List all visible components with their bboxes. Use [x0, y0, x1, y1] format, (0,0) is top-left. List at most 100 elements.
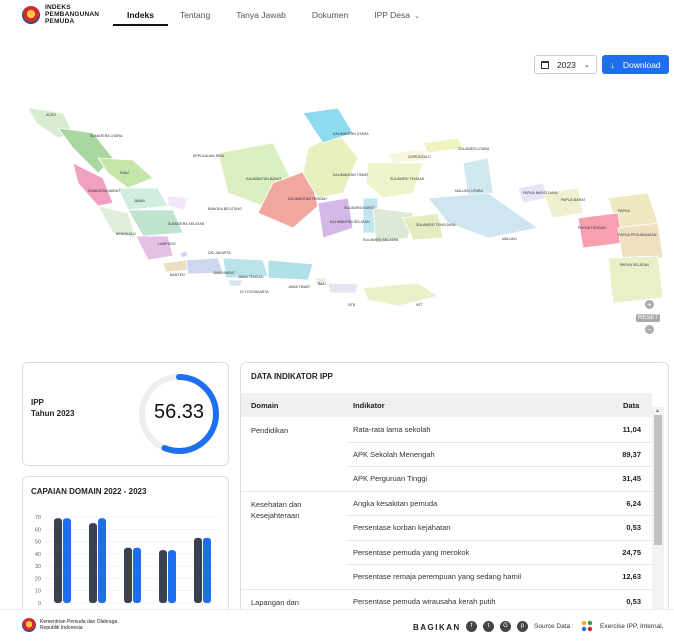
source-label: Source Data :: [534, 623, 574, 630]
map-label-papua-barat: PAPUA BARAT: [561, 198, 586, 202]
bar-series-1-group-1[interactable]: [98, 518, 106, 603]
map-region-kalimantan-utara[interactable]: [302, 107, 354, 144]
data-cell: 6,24: [626, 498, 641, 508]
bar-series-0-group-0[interactable]: [54, 518, 62, 603]
nav-item-tanya-jawab[interactable]: Tanya Jawab: [236, 0, 286, 26]
zoom-in-button[interactable]: +: [645, 300, 654, 309]
map-region-ntb[interactable]: [327, 282, 359, 294]
map-region-ntt[interactable]: [362, 282, 439, 307]
y-tick-label: 40: [35, 552, 41, 558]
capaian-title: CAPAIAN DOMAIN 2022 - 2023: [31, 487, 147, 496]
pinterest-icon[interactable]: p: [517, 621, 528, 632]
y-tick-label: 50: [35, 540, 41, 546]
map-region-kepulauan-riau[interactable]: [155, 152, 169, 167]
ipp-value: 56.33: [153, 401, 205, 423]
header-indikator: Indikator: [353, 401, 385, 410]
table-row: APK Perguruan Tinggi 31,45: [241, 466, 652, 490]
map-label-sulawesi-tengah: SULAWESI TENGAH: [390, 177, 425, 181]
map-region-lampung[interactable]: [135, 235, 174, 261]
map-region-bangka-belitung[interactable]: [167, 195, 189, 211]
map-region-jawa-timur[interactable]: [267, 259, 314, 281]
map-label-kalimantan-tengah: KALIMANTAN TENGAH: [288, 197, 327, 201]
scroll-up-icon[interactable]: ▲: [655, 408, 660, 414]
map-region-dki-jakarta[interactable]: [179, 250, 189, 259]
nav-item-indeks[interactable]: Indeks: [113, 0, 168, 26]
source-logo-icon: [581, 620, 593, 632]
map-label-di-yogyakarta: DI YOGYAKARTA: [240, 290, 269, 294]
scroll-thumb[interactable]: [654, 415, 662, 545]
map-label-riau: RIAU: [120, 171, 129, 175]
map-label-banten: BANTEN: [170, 273, 185, 277]
main-nav: Indeks Tentang Tanya Jawab Dokumen IPP Desa ⌄: [113, 0, 446, 30]
table-row: Persentase pemuda yang merokok 24,75: [241, 540, 652, 564]
map-label-kalimantan-timur: KALIMANTAN TIMUR: [333, 173, 368, 177]
map-label-papua-selatan: PAPUA SELATAN: [620, 263, 649, 267]
map-region-banten[interactable]: [162, 259, 189, 273]
zoom-out-button[interactable]: −: [645, 325, 654, 334]
download-button[interactable]: ↓ Download: [602, 55, 669, 74]
table-row: Persentase remaja perempuan yang sedang …: [241, 564, 652, 588]
map-label-bengkulu: BENGKULU: [116, 232, 136, 236]
data-cell: 0,53: [626, 523, 641, 532]
indikator-cell: Persentase pemuda wirausaha kerah putih: [353, 596, 496, 606]
table-scrollbar[interactable]: ▲: [652, 407, 664, 615]
bar-series-0-group-4[interactable]: [194, 537, 202, 603]
domain-cell: Pendidikan: [251, 426, 289, 435]
map-region-di-yogyakarta[interactable]: [227, 279, 244, 287]
ipp-title: IPP Tahun 2023: [31, 398, 75, 418]
indikator-cell: Rata-rata lama sekolah: [353, 425, 431, 434]
map-label-papua-barat-daya: PAPUA BARAT DAYA: [523, 191, 558, 195]
table-title: DATA INDIKATOR IPP: [251, 372, 333, 381]
facebook-icon[interactable]: f: [466, 621, 477, 632]
map-label-jawa-timur: JAWA TIMUR: [288, 285, 310, 289]
bar-series-1-group-2[interactable]: [133, 547, 141, 603]
download-label: Download: [622, 59, 661, 70]
capaian-domain-card: CAPAIAN DOMAIN 2022 - 2023 0 10 20 30 40 50 60…: [22, 476, 229, 616]
map-label-papua-tengah: PAPUA TENGAH: [578, 226, 606, 230]
bar-series-0-group-3[interactable]: [159, 550, 167, 603]
map-label-aceh: ACEH: [46, 113, 56, 117]
data-cell: 31,45: [622, 474, 641, 483]
kemenpora-logo: Kementrian Pemuda dan Olahraga Republik …: [22, 618, 117, 632]
nav-item-tentang[interactable]: Tentang: [180, 0, 210, 26]
data-cell: 24,75: [622, 547, 641, 557]
table-row: APK Sekolah Menengah 89,37: [241, 442, 652, 466]
year-value: 2023: [557, 59, 576, 70]
table-row: Kesehatan dan Kesejahteraan Angka kesakit…: [241, 491, 652, 520]
ipp-logo[interactable]: INDEKS PEMBANGUNAN PEMUDA: [22, 4, 99, 25]
map-label-bangka-belitung: BANGKA BELITUNG: [208, 207, 242, 211]
capaian-bar-chart: 0 10 20 30 40 50 60 70: [35, 515, 220, 607]
kemenpora-emblem-icon: [22, 618, 36, 632]
bar-series-1-group-4[interactable]: [203, 537, 211, 603]
indonesia-map[interactable]: ACEH SUMATERA UTARA RIAU KEPULAUAN RIAU SUMA…: [18, 88, 668, 338]
map-label-gorontalo: GORONTALO: [408, 155, 431, 159]
map-label-jambi: JAMBI: [134, 199, 145, 203]
indikator-cell: Persentase pemuda yang merokok: [353, 547, 470, 557]
bar-series-1-group-3[interactable]: [168, 550, 176, 603]
header-domain: Domain: [251, 401, 279, 410]
data-cell: 11,04: [622, 425, 641, 434]
map-svg[interactable]: ACEH SUMATERA UTARA RIAU KEPULAUAN RIAU SUMA…: [18, 88, 668, 338]
data-cell: 12,63: [622, 572, 641, 581]
y-tick-label: 60: [35, 527, 41, 533]
emblem-icon: [22, 5, 40, 24]
nav-item-ipp-desa[interactable]: IPP Desa ⌄: [374, 0, 420, 26]
bar-series-1-group-0[interactable]: [63, 518, 71, 603]
reset-button[interactable]: RESET: [636, 314, 661, 322]
google-plus-icon[interactable]: G: [500, 621, 511, 632]
bar-series-0-group-2[interactable]: [124, 547, 132, 603]
map-region-sulawesi-utara[interactable]: [422, 137, 464, 154]
map-region-kalimantan-selatan[interactable]: [317, 197, 354, 239]
year-select[interactable]: 2023 ⌄: [534, 55, 597, 74]
map-label-sulawesi-selatan: SULAWESI SELATAN: [363, 238, 399, 242]
bar-series-0-group-1[interactable]: [89, 523, 97, 603]
data-cell: 0,53: [626, 596, 641, 606]
twitter-icon[interactable]: t: [483, 621, 494, 632]
header-data: Data: [623, 401, 640, 410]
y-tick-label: 10: [35, 589, 41, 595]
nav-item-dokumen[interactable]: Dokumen: [312, 0, 348, 26]
map-region-papua-tengah[interactable]: [577, 212, 624, 249]
footer: Kementrian Pemuda dan Olahraga Republik …: [0, 609, 674, 643]
map-label-kalimantan-barat: KALIMANTAN BARAT: [246, 177, 282, 181]
map-label-jawa-tengah: JAWA TENGAH: [238, 275, 264, 279]
